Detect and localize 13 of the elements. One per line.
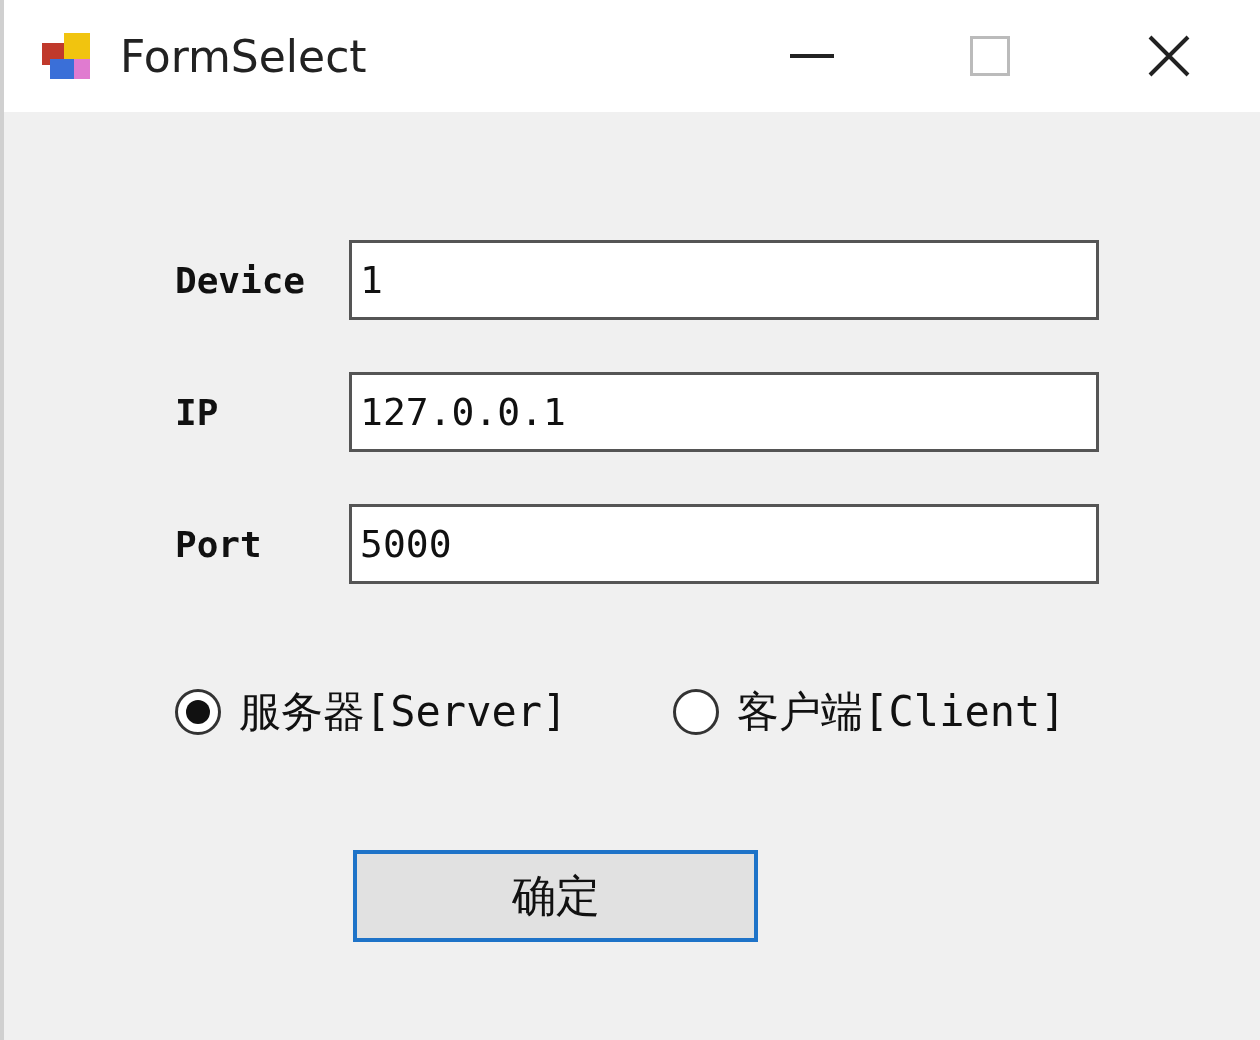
field-label: Device: [175, 259, 307, 301]
radio-label[interactable]: 服务器[Server]: [239, 684, 568, 740]
field-label: Port: [175, 523, 263, 565]
field-label: IP: [175, 391, 220, 433]
input-field[interactable]: 5000: [349, 504, 1099, 584]
input-field[interactable]: 127.0.0.1: [349, 372, 1099, 452]
window-title: FormSelect: [120, 30, 367, 82]
close-icon[interactable]: [1148, 35, 1190, 77]
input-field[interactable]: 1: [349, 240, 1099, 320]
radio-button[interactable]: [673, 689, 720, 735]
radio-label[interactable]: 客户端[Client]: [737, 684, 1066, 740]
radio-button[interactable]: [175, 689, 221, 735]
ok-button[interactable]: 确定: [353, 850, 758, 942]
